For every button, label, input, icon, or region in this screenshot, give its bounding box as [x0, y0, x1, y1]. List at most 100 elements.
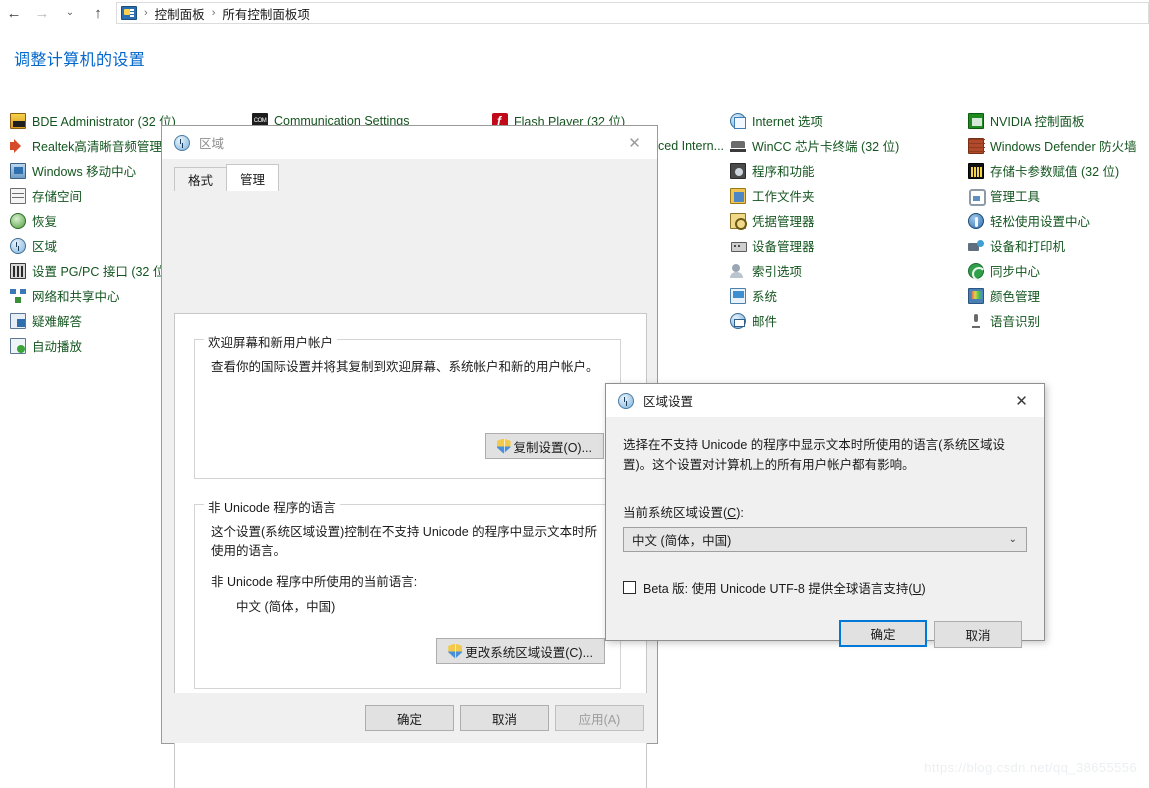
- utf8-label-suffix: ): [921, 582, 926, 596]
- region-settings-ok-button[interactable]: 确定: [839, 620, 927, 647]
- cp-item-mail[interactable]: 邮件: [730, 308, 966, 333]
- close-icon[interactable]: ✕: [999, 384, 1044, 417]
- page-title: 调整计算机的设置: [14, 52, 146, 69]
- cp-item-label: 轻松使用设置中心: [990, 215, 1091, 229]
- shield-icon: [496, 438, 511, 454]
- current-language-label: 非 Unicode 程序中所使用的当前语言:: [211, 575, 418, 589]
- cp-item-label: Windows 移动中心: [32, 165, 137, 179]
- locale-label-accesskey: C: [727, 506, 737, 520]
- network-sharing-center-icon: [10, 288, 26, 304]
- current-language-value: 中文 (简体，中国): [236, 600, 336, 614]
- cp-item-label: 存储卡参数赋值 (32 位): [990, 165, 1120, 179]
- welcome-screen-group-title: 欢迎屏幕和新用户帐户: [204, 332, 338, 351]
- region-settings-title: 区域设置: [643, 395, 694, 409]
- copy-settings-label: 复制设置(O)...: [513, 440, 592, 455]
- region-settings-description: 选择在不支持 Unicode 的程序中显示文本时所使用的语言(系统区域设置)。这…: [623, 438, 1005, 472]
- utf8-beta-checkbox[interactable]: [623, 581, 636, 594]
- cp-item-label: BDE Administrator (32 位): [32, 115, 176, 129]
- cp-item-device-manager[interactable]: 设备管理器: [730, 233, 966, 258]
- cp-item-label: 存储空间: [32, 190, 83, 204]
- sync-center-icon: [968, 262, 986, 281]
- autoplay-icon: [10, 337, 26, 354]
- back-button[interactable]: ←: [0, 1, 28, 25]
- cp-item-label: 设备和打印机: [990, 240, 1066, 254]
- troubleshooting-icon: [10, 312, 26, 329]
- system-icon: [730, 287, 746, 304]
- cp-item-speech-recognition[interactable]: 语音识别: [968, 308, 1149, 333]
- tab-format[interactable]: 格式: [174, 167, 228, 191]
- address-bar[interactable]: › 控制面板 › 所有控制面板项: [116, 2, 1149, 24]
- administrative-tools-icon: [968, 188, 986, 206]
- speech-recognition-icon: [968, 313, 984, 329]
- cp-item-system[interactable]: 系统: [730, 283, 966, 308]
- cp-item-memory-card-parameter[interactable]: 存储卡参数赋值 (32 位): [968, 158, 1149, 183]
- device-manager-icon: [730, 238, 747, 254]
- cp-item-label: Realtek高清晰音频管理器: [32, 140, 175, 154]
- cp-item-label: 设置 PG/PC 接口 (32 位): [32, 265, 170, 279]
- cp-item-wincc-chipcard[interactable]: WinCC 芯片卡终端 (32 位): [730, 133, 966, 158]
- change-system-locale-label: 更改系统区域设置(C)...: [465, 645, 593, 660]
- recovery-icon: [10, 212, 26, 229]
- copy-settings-button[interactable]: 复制设置(O)...: [484, 433, 604, 459]
- cp-item-label: WinCC 芯片卡终端 (32 位): [752, 140, 900, 154]
- forward-button[interactable]: →: [28, 1, 56, 25]
- cp-item-label: 语音识别: [990, 315, 1041, 329]
- utf8-beta-label: Beta 版: 使用 Unicode UTF-8 提供全球语言支持(U): [643, 578, 926, 597]
- cp-item-label: NVIDIA 控制面板: [990, 115, 1085, 129]
- cp-item-windows-defender-firewall[interactable]: Windows Defender 防火墙: [968, 133, 1149, 158]
- ease-of-access-center-icon: [968, 212, 984, 229]
- cp-item-work-folders[interactable]: 工作文件夹: [730, 183, 966, 208]
- internet-options-icon: [730, 112, 746, 129]
- utf8-label-prefix: Beta 版: 使用 Unicode UTF-8 提供全球语言支持(: [643, 582, 913, 596]
- cp-item-nvidia-control-panel[interactable]: NVIDIA 控制面板: [968, 108, 1149, 133]
- cp-item-sync-center[interactable]: 同步中心: [968, 258, 1149, 283]
- control-panel-column-5: NVIDIA 控制面板 Windows Defender 防火墙 存储卡参数赋值…: [968, 108, 1149, 333]
- breadcrumb-separator: ›: [144, 7, 148, 19]
- utf8-label-accesskey: U: [912, 582, 922, 596]
- up-button[interactable]: ↑: [84, 1, 112, 25]
- explorer-navigation-bar: ← → ⌄ ↑ › 控制面板 › 所有控制面板项: [0, 0, 1149, 26]
- recent-locations-button[interactable]: ⌄: [56, 1, 84, 25]
- breadcrumb-control-panel[interactable]: 控制面板: [152, 4, 208, 23]
- non-unicode-description: 这个设置(系统区域设置)控制在不支持 Unicode 的程序中显示文本时所使用的…: [211, 525, 598, 558]
- change-system-locale-button[interactable]: 更改系统区域设置(C)...: [436, 638, 605, 664]
- bde-administrator-icon: [10, 112, 26, 129]
- cp-item-label: 颜色管理: [990, 290, 1041, 304]
- cp-item-label: 自动播放: [32, 340, 83, 354]
- cp-item-label: 区域: [32, 240, 58, 254]
- screen: ← → ⌄ ↑ › 控制面板 › 所有控制面板项 调整计算机的设置 BDE Ad…: [0, 0, 1149, 788]
- breadcrumb-all-items[interactable]: 所有控制面板项: [219, 4, 313, 23]
- region-icon: [10, 237, 26, 254]
- cp-item-devices-and-printers[interactable]: 设备和打印机: [968, 233, 1149, 258]
- control-panel-column-4: Internet 选项 WinCC 芯片卡终端 (32 位) 程序和功能 工作文…: [730, 108, 966, 333]
- cp-item-indexing-options[interactable]: 索引选项: [730, 258, 966, 283]
- region-settings-cancel-button[interactable]: 取消: [934, 621, 1022, 648]
- welcome-screen-groupbox: 欢迎屏幕和新用户帐户 查看你的国际设置并将其复制到欢迎屏幕、系统帐户和新的用户帐…: [194, 332, 621, 479]
- cp-item-color-management[interactable]: 颜色管理: [968, 283, 1149, 308]
- region-cancel-button[interactable]: 取消: [460, 705, 549, 731]
- current-system-locale-select[interactable]: 中文 (简体，中国) ⌄: [623, 527, 1027, 552]
- cp-item-internet-options[interactable]: Internet 选项: [730, 108, 966, 133]
- cp-item-programs-and-features[interactable]: 程序和功能: [730, 158, 966, 183]
- cp-item-label: 索引选项: [752, 265, 803, 279]
- pg-pc-interface-icon: [10, 262, 26, 279]
- close-icon[interactable]: ✕: [612, 126, 657, 159]
- region-ok-button[interactable]: 确定: [365, 705, 454, 731]
- region-dialog-titlebar[interactable]: 区域 ✕: [162, 126, 657, 159]
- tab-administrative[interactable]: 管理: [226, 164, 280, 191]
- region-settings-titlebar[interactable]: 区域设置 ✕: [606, 384, 1044, 417]
- utf8-beta-checkbox-row[interactable]: Beta 版: 使用 Unicode UTF-8 提供全球语言支持(U): [623, 578, 1027, 597]
- cp-item-ease-of-access-center[interactable]: 轻松使用设置中心: [968, 208, 1149, 233]
- welcome-screen-description: 查看你的国际设置并将其复制到欢迎屏幕、系统帐户和新的用户帐户。: [211, 360, 599, 374]
- region-settings-dialog: 区域设置 ✕ 选择在不支持 Unicode 的程序中显示文本时所使用的语言(系统…: [605, 383, 1045, 648]
- chevron-down-icon: ⌄: [1008, 533, 1017, 545]
- credential-manager-icon: [730, 212, 747, 230]
- cp-item-administrative-tools[interactable]: 管理工具: [968, 183, 1149, 208]
- mail-icon: [730, 312, 746, 329]
- cp-item-label: 设备管理器: [752, 240, 815, 254]
- cp-item-credential-manager[interactable]: 凭据管理器: [730, 208, 966, 233]
- cp-item-label: 凭据管理器: [752, 215, 815, 229]
- region-dialog-title: 区域: [199, 137, 225, 151]
- region-dialog-tabstrip: 格式 管理: [174, 164, 657, 191]
- windows-mobility-center-icon: [10, 162, 26, 179]
